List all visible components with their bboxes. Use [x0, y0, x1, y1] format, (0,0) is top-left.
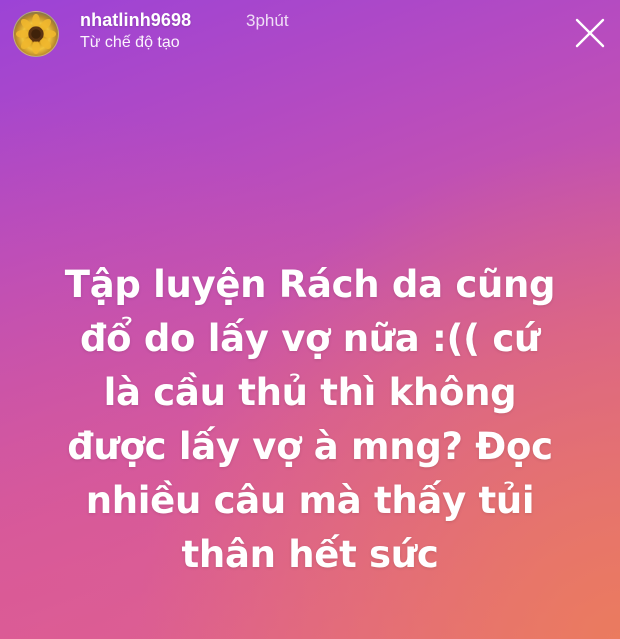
post-time: 3phút [246, 11, 289, 30]
story-text-line: đổ do lấy vợ nữa :(( cứ [79, 317, 541, 360]
username[interactable]: nhatlinh9698 [80, 10, 191, 31]
story-text-line: là cầu thủ thì không [103, 371, 517, 414]
close-icon [575, 18, 605, 48]
close-button[interactable] [573, 16, 607, 50]
story-text-line: được lấy vợ à mng? Đọc [67, 425, 553, 468]
sunflower-avatar-icon [15, 13, 57, 55]
story-viewer[interactable]: nhatlinh9698 3phút Từ chế độ tạo Tập luy… [0, 0, 620, 639]
story-text-line: thân hết sức [181, 533, 439, 576]
avatar[interactable] [13, 11, 59, 57]
story-text-line: nhiều câu mà thấy tủi [85, 479, 535, 522]
story-text-line: Tập luyện Rách da cũng [64, 263, 556, 306]
story-source-label: Từ chế độ tạo [80, 34, 180, 51]
story-header: nhatlinh9698 3phút Từ chế độ tạo [13, 8, 607, 60]
story-text: Tập luyện Rách da cũng đổ do lấy vợ nữa … [38, 258, 582, 582]
